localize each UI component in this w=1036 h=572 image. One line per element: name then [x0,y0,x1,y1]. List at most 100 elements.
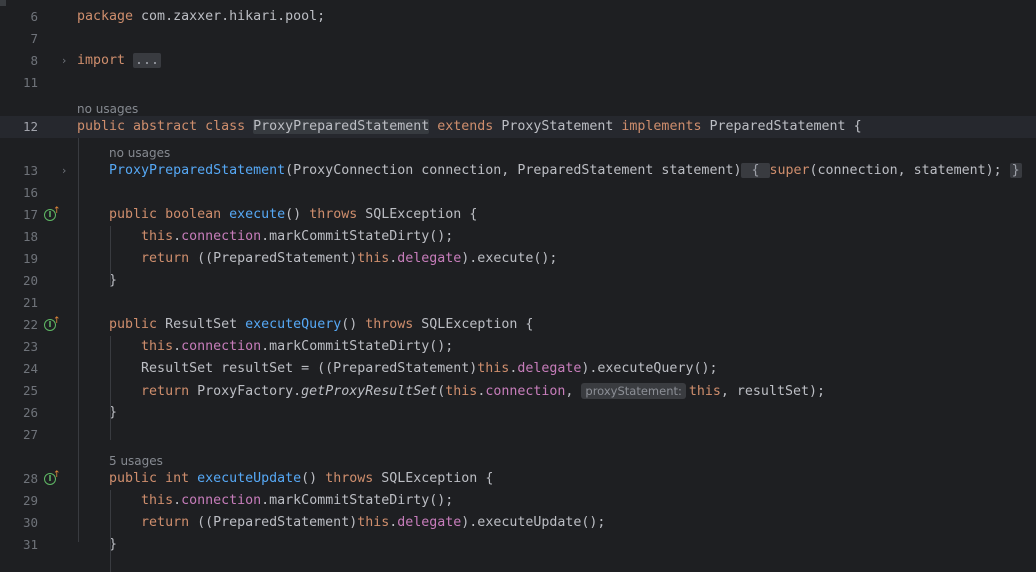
line-number: 28 [22,471,38,486]
code-text[interactable]: this.connection.markCommitStateDirty(); [77,336,453,358]
code-line: 8 › import ... [0,50,1036,72]
code-token: executeQuery [245,317,342,332]
line-number: 24 [22,361,38,376]
code-token: .markCommitStateDirty(); [261,229,454,244]
code-token: . [173,493,182,508]
code-line: 17 I ↑ public boolean execute() throws SQL… [0,204,1036,226]
code-text[interactable]: import ... [77,50,162,72]
code-token: throws [365,317,422,332]
folded-region[interactable]: ... [133,53,162,68]
code-text[interactable]: package com.zaxxer.hikari.pool; [77,6,325,28]
code-line: 24 ResultSet resultSet = ((PreparedState… [0,358,1036,380]
code-text[interactable]: return ProxyFactory.getProxyResultSet(th… [77,380,825,403]
code-line: 16 [0,182,1036,204]
code-token: (connection, statement); [809,163,1010,178]
line-number: 13 [22,163,38,178]
parameter-hint: proxyStatement: [581,383,686,399]
code-token: ProxyPreparedStatement [109,163,286,178]
code-token: this [688,384,721,399]
code-line: 30 return ((PreparedStatement)this.deleg… [0,512,1036,534]
line-number: 26 [22,405,38,420]
code-line: 20 } [0,270,1036,292]
code-token: throws [309,207,366,222]
fold-chevron-icon[interactable]: › [62,50,72,72]
code-token: this [357,515,390,530]
implements-method-icon[interactable]: I ↑ [44,470,61,485]
folded-region[interactable]: } [1009,163,1022,178]
code-token: PreparedStatement { [709,119,862,134]
code-token: connection [485,384,566,399]
code-line: 23 this.connection.markCommitStateDirty(… [0,336,1036,358]
indent-guide [78,138,79,542]
implements-method-icon[interactable]: I ↑ [44,316,61,331]
code-line: 12 public abstract class ProxyPreparedSta… [0,116,1036,138]
code-token: SQLException { [365,207,478,222]
code-token: ResultSet [165,317,246,332]
code-text[interactable]: public abstract class ProxyPreparedState… [77,116,862,138]
code-text[interactable]: public boolean execute() throws SQLExcep… [77,204,477,226]
code-token: ProxyStatement [501,119,622,134]
code-token: this [141,229,174,244]
code-token: this [445,384,478,399]
code-text[interactable]: ProxyPreparedStatement(ProxyConnection c… [77,160,1022,182]
line-number: 7 [30,31,38,46]
code-line: 19 return ((PreparedStatement)this.deleg… [0,248,1036,270]
code-line: 6 package com.zaxxer.hikari.pool; [0,6,1036,28]
code-editor[interactable]: 6 package com.zaxxer.hikari.pool; 7 8 › impor… [0,0,1036,572]
code-token: return [141,515,198,530]
code-token: public abstract class [77,119,254,134]
code-line: 18 this.connection.markCommitStateDirty(… [0,226,1036,248]
code-token: . [173,229,182,244]
code-token: execute [229,207,286,222]
code-token: connection [181,229,262,244]
code-token: import [77,53,134,68]
code-token: executeUpdate [197,471,302,486]
code-token: () [301,471,326,486]
line-number: 12 [22,119,38,134]
code-text[interactable]: this.connection.markCommitStateDirty(); [77,490,453,512]
code-token: this [477,361,510,376]
code-line: 25 return ProxyFactory.getProxyResultSet… [0,380,1036,402]
code-token: connection [181,493,262,508]
indent-guide [110,226,112,286]
line-number: 20 [22,273,38,288]
code-text[interactable]: public ResultSet executeQuery() throws S… [77,314,533,336]
code-text[interactable]: this.connection.markCommitStateDirty(); [77,226,453,248]
line-number: 11 [22,75,38,90]
code-line: 22 I ↑ public ResultSet executeQuery() thr… [0,314,1036,336]
line-number: 18 [22,229,38,244]
indent-guide [110,490,112,572]
line-number: 8 [30,53,38,68]
code-token: super [769,163,810,178]
code-token: ProxyPreparedStatement [253,119,430,134]
usages-hint: no usages [0,94,1036,116]
code-token: SQLException { [421,317,534,332]
code-text[interactable]: ResultSet resultSet = ((PreparedStatemen… [77,358,717,380]
code-text[interactable]: return ((PreparedStatement)this.delegate… [77,512,605,534]
code-line: 11 [0,72,1036,94]
folded-region[interactable]: { [741,163,770,178]
implements-method-icon[interactable]: I ↑ [44,206,61,221]
line-number: 22 [22,317,38,332]
code-token: ).execute(); [461,251,558,266]
code-token: delegate [517,361,582,376]
fold-chevron-icon[interactable]: › [62,160,72,182]
usages-hint: no usages [0,138,1036,160]
code-token: this [141,493,174,508]
code-token: public int [109,471,198,486]
code-token: .markCommitStateDirty(); [261,339,454,354]
code-token: com.zaxxer.hikari.pool; [141,9,326,24]
code-text[interactable]: public int executeUpdate() throws SQLExc… [77,468,493,490]
code-token: ((PreparedStatement) [197,515,358,530]
code-token: delegate [397,251,462,266]
code-text[interactable]: return ((PreparedStatement)this.delegate… [77,248,557,270]
code-token: extends [437,119,502,134]
